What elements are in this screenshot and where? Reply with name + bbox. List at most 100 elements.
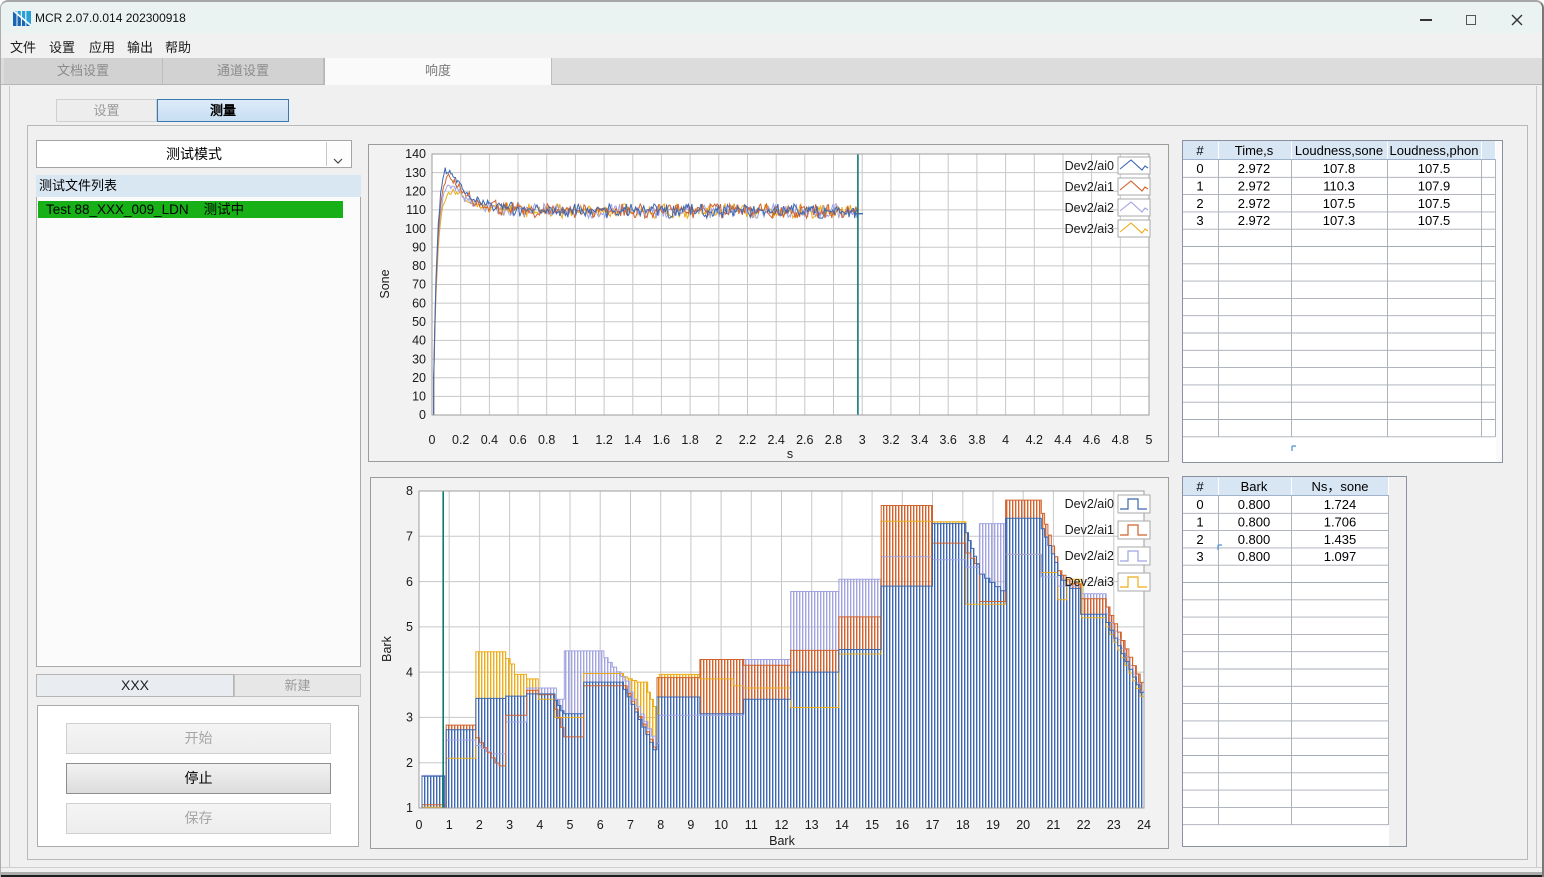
svg-text:107.5: 107.5 xyxy=(1418,161,1451,176)
svg-text:Loudness,sone: Loudness,sone xyxy=(1295,143,1383,158)
svg-text:3: 3 xyxy=(1196,213,1203,228)
svg-text:19: 19 xyxy=(986,818,1000,832)
svg-text:2: 2 xyxy=(715,433,722,447)
svg-text:3.6: 3.6 xyxy=(940,433,957,447)
svg-text:4.8: 4.8 xyxy=(1112,433,1129,447)
svg-text:23: 23 xyxy=(1107,818,1121,832)
svg-text:100: 100 xyxy=(405,222,426,236)
svg-text:6: 6 xyxy=(406,575,413,589)
svg-text:60: 60 xyxy=(412,296,426,310)
svg-text:Dev2/ai0: Dev2/ai0 xyxy=(1065,497,1114,511)
svg-text:0.800: 0.800 xyxy=(1238,549,1271,564)
svg-text:Ns，sone: Ns，sone xyxy=(1311,479,1368,494)
svg-text:22: 22 xyxy=(1077,818,1091,832)
svg-text:140: 140 xyxy=(405,147,426,161)
svg-text:1.2: 1.2 xyxy=(595,433,612,447)
svg-text:0: 0 xyxy=(1196,161,1203,176)
svg-text:1.724: 1.724 xyxy=(1324,497,1357,512)
svg-text:1.706: 1.706 xyxy=(1324,515,1357,530)
svg-text:0: 0 xyxy=(1196,497,1203,512)
svg-text:30: 30 xyxy=(412,352,426,366)
svg-text:8: 8 xyxy=(406,484,413,498)
svg-text:1.097: 1.097 xyxy=(1324,549,1357,564)
svg-text:#: # xyxy=(1196,143,1204,158)
svg-text:Time,s: Time,s xyxy=(1235,143,1274,158)
svg-text:21: 21 xyxy=(1046,818,1060,832)
svg-text:6: 6 xyxy=(597,818,604,832)
svg-text:3.2: 3.2 xyxy=(882,433,899,447)
svg-text:130: 130 xyxy=(405,166,426,180)
svg-text:0: 0 xyxy=(419,408,426,422)
svg-text:16: 16 xyxy=(895,818,909,832)
svg-text:20: 20 xyxy=(412,371,426,385)
svg-text:50: 50 xyxy=(412,315,426,329)
svg-text:10: 10 xyxy=(412,390,426,404)
svg-text:8: 8 xyxy=(657,818,664,832)
svg-text:3: 3 xyxy=(406,711,413,725)
svg-text:2.972: 2.972 xyxy=(1238,196,1271,211)
svg-text:3: 3 xyxy=(506,818,513,832)
svg-text:80: 80 xyxy=(412,259,426,273)
svg-text:90: 90 xyxy=(412,240,426,254)
svg-text:3.8: 3.8 xyxy=(968,433,985,447)
svg-text:2: 2 xyxy=(1196,532,1203,547)
svg-text:13: 13 xyxy=(805,818,819,832)
svg-text:2.972: 2.972 xyxy=(1238,179,1271,194)
svg-text:2: 2 xyxy=(476,818,483,832)
svg-text:2.2: 2.2 xyxy=(739,433,756,447)
svg-text:107.9: 107.9 xyxy=(1418,179,1451,194)
svg-text:1: 1 xyxy=(1196,515,1203,530)
svg-text:0.8: 0.8 xyxy=(538,433,555,447)
svg-text:3: 3 xyxy=(859,433,866,447)
svg-text:Dev2/ai3: Dev2/ai3 xyxy=(1065,575,1114,589)
svg-text:5: 5 xyxy=(567,818,574,832)
svg-text:107.3: 107.3 xyxy=(1323,213,1356,228)
svg-text:1.4: 1.4 xyxy=(624,433,641,447)
svg-text:1.435: 1.435 xyxy=(1324,532,1357,547)
svg-text:5: 5 xyxy=(1146,433,1153,447)
svg-text:s: s xyxy=(787,447,793,461)
svg-text:Loudness,phon: Loudness,phon xyxy=(1390,143,1479,158)
svg-text:107.5: 107.5 xyxy=(1418,213,1451,228)
svg-text:2.972: 2.972 xyxy=(1238,161,1271,176)
svg-text:2.972: 2.972 xyxy=(1238,213,1271,228)
svg-text:2.8: 2.8 xyxy=(825,433,842,447)
svg-text:4.6: 4.6 xyxy=(1083,433,1100,447)
svg-text:Bark: Bark xyxy=(1241,479,1268,494)
svg-text:11: 11 xyxy=(745,818,758,832)
svg-text:Sone: Sone xyxy=(378,269,392,298)
svg-text:2: 2 xyxy=(406,756,413,770)
svg-text:107.5: 107.5 xyxy=(1418,196,1451,211)
svg-text:15: 15 xyxy=(865,818,879,832)
svg-text:0.800: 0.800 xyxy=(1238,497,1271,512)
svg-text:4.4: 4.4 xyxy=(1054,433,1071,447)
svg-text:4.2: 4.2 xyxy=(1026,433,1043,447)
svg-text:2.6: 2.6 xyxy=(796,433,813,447)
svg-text:4: 4 xyxy=(1002,433,1009,447)
svg-text:0.2: 0.2 xyxy=(452,433,469,447)
svg-text:3: 3 xyxy=(1196,549,1203,564)
svg-text:107.8: 107.8 xyxy=(1323,161,1356,176)
svg-text:120: 120 xyxy=(405,185,426,199)
svg-text:5: 5 xyxy=(406,620,413,634)
svg-text:1: 1 xyxy=(446,818,453,832)
svg-text:4: 4 xyxy=(536,818,543,832)
svg-text:14: 14 xyxy=(835,818,849,832)
svg-text:18: 18 xyxy=(956,818,970,832)
svg-text:40: 40 xyxy=(412,334,426,348)
svg-text:12: 12 xyxy=(775,818,789,832)
svg-text:1: 1 xyxy=(572,433,579,447)
svg-text:Dev2/ai3: Dev2/ai3 xyxy=(1065,222,1114,236)
svg-text:110.3: 110.3 xyxy=(1323,179,1355,194)
svg-text:#: # xyxy=(1196,479,1204,494)
svg-text:1.8: 1.8 xyxy=(681,433,698,447)
svg-text:2: 2 xyxy=(1196,196,1203,211)
svg-text:7: 7 xyxy=(627,818,634,832)
svg-text:0.4: 0.4 xyxy=(481,433,498,447)
svg-text:4: 4 xyxy=(406,665,413,679)
svg-text:0: 0 xyxy=(429,433,436,447)
svg-text:2.4: 2.4 xyxy=(768,433,785,447)
svg-text:20: 20 xyxy=(1016,818,1030,832)
svg-text:70: 70 xyxy=(412,278,426,292)
svg-text:3.4: 3.4 xyxy=(911,433,928,447)
